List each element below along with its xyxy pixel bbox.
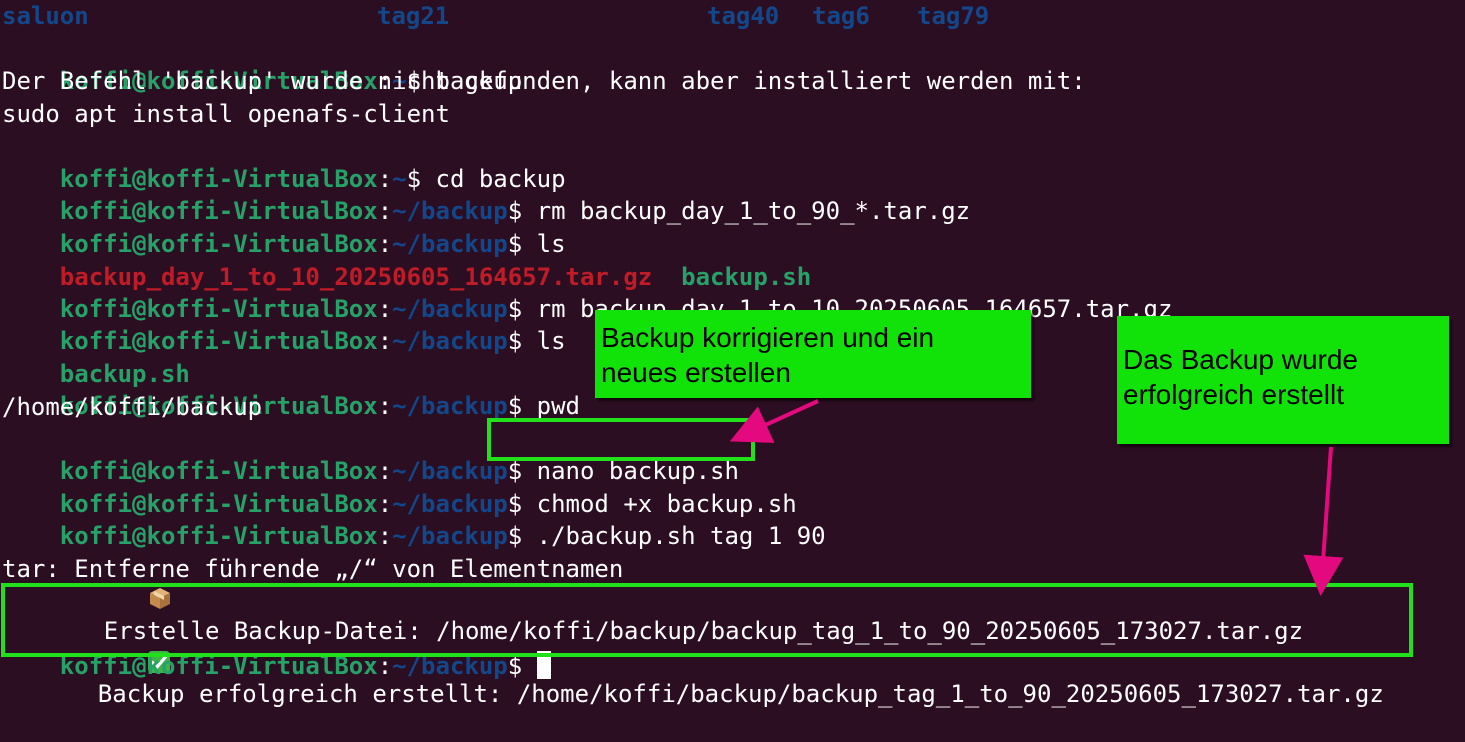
output-text: Backup erfolgreich erstellt: /home/koffi… xyxy=(97,680,1384,708)
annotation-arrows xyxy=(729,399,1344,596)
arrow-to-nano xyxy=(729,399,819,443)
arrow-to-success xyxy=(1303,446,1344,596)
